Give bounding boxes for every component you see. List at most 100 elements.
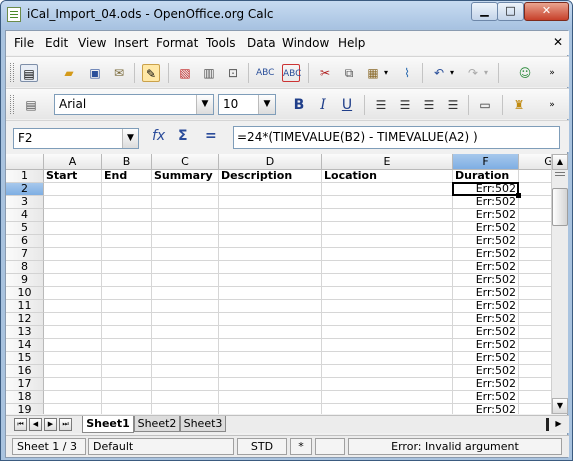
- cell-g1[interactable]: [519, 170, 551, 183]
- toolbar-grip[interactable]: [10, 95, 14, 114]
- menu-file[interactable]: File: [14, 36, 34, 50]
- status-digital-signature[interactable]: [315, 438, 345, 455]
- cell-f5[interactable]: Err:502: [453, 222, 519, 235]
- status-selection-mode[interactable]: STD: [237, 438, 287, 455]
- chevron-down-icon[interactable]: ▼: [196, 95, 213, 114]
- cell-f7[interactable]: Err:502: [453, 248, 519, 261]
- align-right-icon[interactable]: ☰: [420, 96, 438, 114]
- cell-g6[interactable]: [519, 235, 551, 248]
- menu-tools[interactable]: Tools: [206, 36, 236, 50]
- first-sheet-icon[interactable]: ⏮: [14, 418, 27, 431]
- menu-edit[interactable]: Edit: [45, 36, 68, 50]
- spreadsheet-grid[interactable]: ABCDEFG1StartEndSummaryDescriptionLocati…: [6, 154, 551, 414]
- italic-button[interactable]: I: [314, 96, 332, 114]
- autospellcheck-icon[interactable]: ABC: [282, 64, 301, 82]
- cell-d14[interactable]: [219, 339, 322, 352]
- cell-e16[interactable]: [322, 365, 453, 378]
- cell-a6[interactable]: [44, 235, 102, 248]
- cell-e5[interactable]: [322, 222, 453, 235]
- cell-f11[interactable]: Err:502: [453, 300, 519, 313]
- cell-e13[interactable]: [322, 326, 453, 339]
- column-header-e[interactable]: E: [322, 154, 453, 170]
- cell-a4[interactable]: [44, 209, 102, 222]
- cell-a8[interactable]: [44, 261, 102, 274]
- cell-f3[interactable]: Err:502: [453, 196, 519, 209]
- scroll-right-icon[interactable]: ▶: [551, 417, 566, 432]
- edit-file-icon[interactable]: ✎: [142, 64, 160, 82]
- spellcheck-icon[interactable]: ABC: [256, 64, 274, 82]
- row-header[interactable]: 19: [6, 404, 44, 414]
- print-icon[interactable]: ▥: [200, 64, 218, 82]
- cell-e4[interactable]: [322, 209, 453, 222]
- cell-a2[interactable]: [44, 183, 102, 196]
- cell-c8[interactable]: [152, 261, 219, 274]
- column-header-a[interactable]: A: [44, 154, 102, 170]
- cell-g14[interactable]: [519, 339, 551, 352]
- cell-e1[interactable]: Location: [322, 170, 453, 183]
- cell-e2[interactable]: [322, 183, 453, 196]
- cell-c16[interactable]: [152, 365, 219, 378]
- cell-g3[interactable]: [519, 196, 551, 209]
- cell-d1[interactable]: Description: [219, 170, 322, 183]
- cell-d11[interactable]: [219, 300, 322, 313]
- paste-dropdown-icon[interactable]: ▾: [382, 64, 390, 82]
- cell-d7[interactable]: [219, 248, 322, 261]
- cell-b16[interactable]: [102, 365, 152, 378]
- cell-g2[interactable]: [519, 183, 551, 196]
- cell-a5[interactable]: [44, 222, 102, 235]
- cell-d19[interactable]: [219, 404, 322, 414]
- cell-a7[interactable]: [44, 248, 102, 261]
- cell-c15[interactable]: [152, 352, 219, 365]
- cell-c7[interactable]: [152, 248, 219, 261]
- last-sheet-icon[interactable]: ⏭: [59, 418, 72, 431]
- sum-icon[interactable]: Σ: [178, 128, 188, 144]
- open-folder-icon[interactable]: ▰: [60, 64, 78, 82]
- cell-d6[interactable]: [219, 235, 322, 248]
- font-name-combobox[interactable]: Arial ▼: [54, 94, 214, 115]
- vertical-scrollbar[interactable]: ▲ ▼: [551, 154, 568, 414]
- redo-icon[interactable]: ↷: [464, 64, 482, 82]
- cell-g19[interactable]: [519, 404, 551, 414]
- save-icon[interactable]: ▣: [86, 64, 104, 82]
- cell-e3[interactable]: [322, 196, 453, 209]
- cell-c13[interactable]: [152, 326, 219, 339]
- cell-d18[interactable]: [219, 391, 322, 404]
- cell-a13[interactable]: [44, 326, 102, 339]
- cell-d8[interactable]: [219, 261, 322, 274]
- cell-d5[interactable]: [219, 222, 322, 235]
- maximize-button[interactable]: □: [497, 2, 524, 21]
- cell-b17[interactable]: [102, 378, 152, 391]
- toolbar-grip[interactable]: [10, 63, 14, 82]
- cell-g18[interactable]: [519, 391, 551, 404]
- cell-e12[interactable]: [322, 313, 453, 326]
- scroll-up-icon[interactable]: ▲: [552, 154, 568, 170]
- previous-sheet-icon[interactable]: ◀: [29, 418, 42, 431]
- column-header-f[interactable]: F: [453, 154, 519, 170]
- cell-a19[interactable]: [44, 404, 102, 414]
- status-page-style[interactable]: Default: [88, 438, 234, 455]
- column-header-d[interactable]: D: [219, 154, 322, 170]
- cell-b19[interactable]: [102, 404, 152, 414]
- cell-b4[interactable]: [102, 209, 152, 222]
- title-bar[interactable]: iCal_Import_04.ods - OpenOffice.org Calc…: [1, 1, 572, 29]
- cell-g12[interactable]: [519, 313, 551, 326]
- cell-f17[interactable]: Err:502: [453, 378, 519, 391]
- cell-e18[interactable]: [322, 391, 453, 404]
- cell-a3[interactable]: [44, 196, 102, 209]
- cell-g13[interactable]: [519, 326, 551, 339]
- cell-c18[interactable]: [152, 391, 219, 404]
- menu-insert[interactable]: Insert: [114, 36, 148, 50]
- autofill-handle[interactable]: [516, 193, 521, 198]
- close-document-icon[interactable]: ✕: [553, 35, 563, 49]
- cell-a10[interactable]: [44, 287, 102, 300]
- menu-format[interactable]: Format: [156, 36, 198, 50]
- cell-c14[interactable]: [152, 339, 219, 352]
- cell-c3[interactable]: [152, 196, 219, 209]
- cell-f6[interactable]: Err:502: [453, 235, 519, 248]
- navigator-icon[interactable]: ☺: [516, 64, 534, 82]
- next-sheet-icon[interactable]: ▶: [44, 418, 57, 431]
- cell-f18[interactable]: Err:502: [453, 391, 519, 404]
- cell-c19[interactable]: [152, 404, 219, 414]
- name-box[interactable]: F2 ▼: [13, 128, 139, 149]
- cell-a1[interactable]: Start: [44, 170, 102, 183]
